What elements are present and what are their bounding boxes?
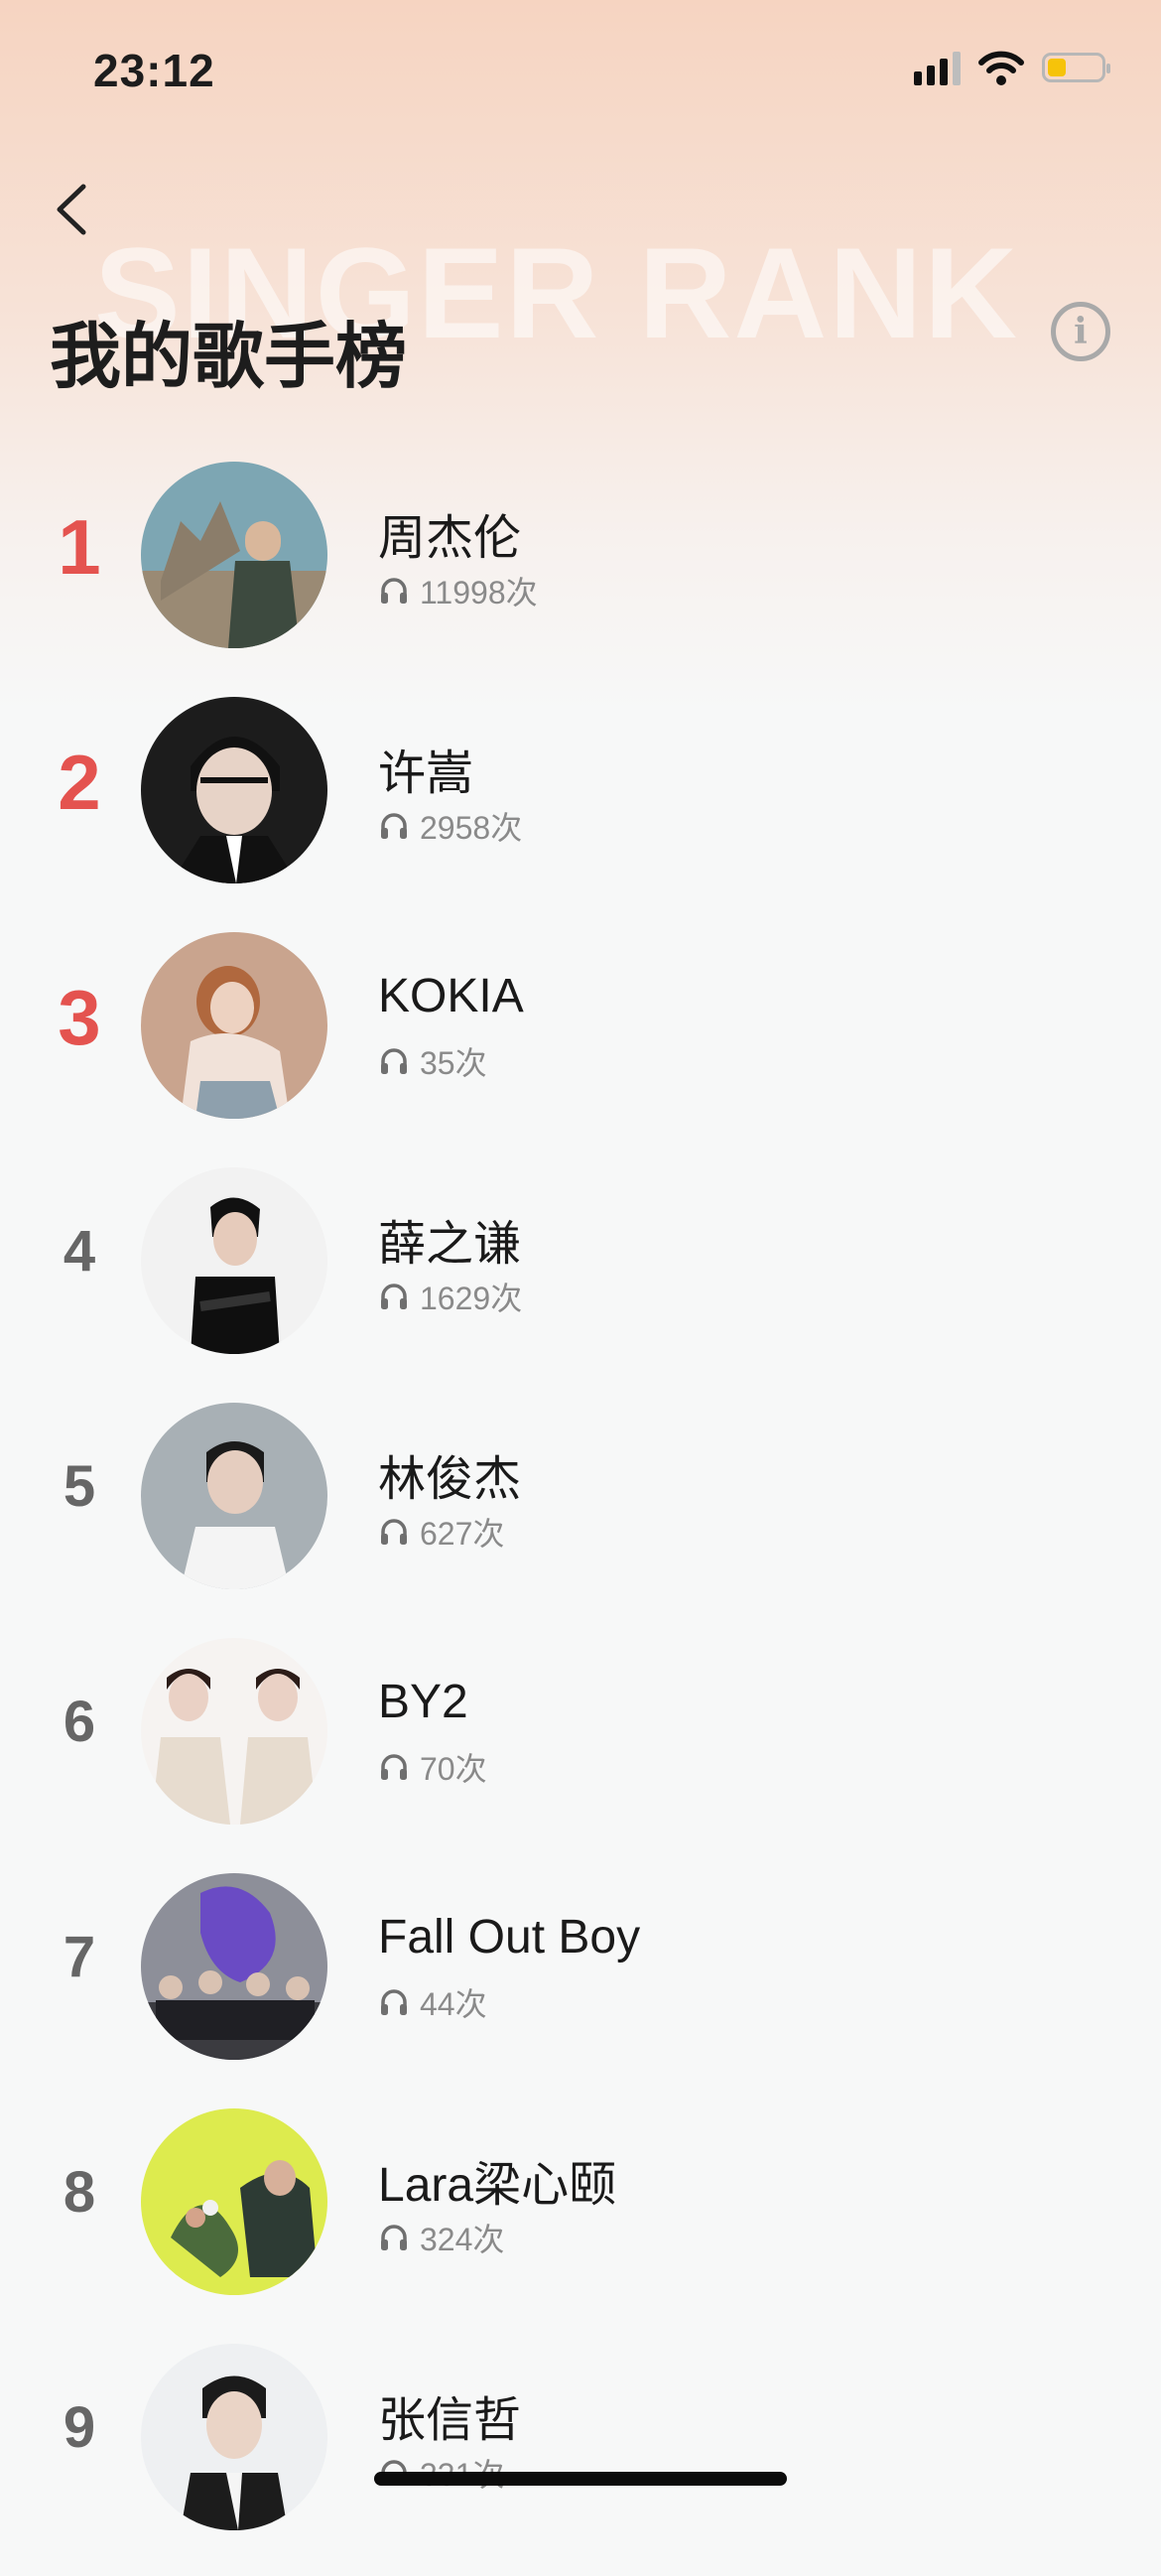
singer-avatar[interactable] bbox=[141, 932, 327, 1119]
status-time: 23:12 bbox=[93, 45, 215, 96]
play-count-value: 324次 bbox=[420, 2222, 505, 2257]
list-item[interactable]: 5 林俊杰 627次 bbox=[0, 1400, 1161, 1635]
play-count: 324次 bbox=[378, 2215, 504, 2260]
rank-number: 4 bbox=[63, 1219, 96, 1284]
rank-number: 2 bbox=[58, 739, 101, 826]
info-button[interactable]: i bbox=[1051, 302, 1110, 361]
singer-avatar[interactable] bbox=[141, 1403, 327, 1589]
play-count-value: 44次 bbox=[420, 1986, 487, 2022]
headphones-icon bbox=[378, 575, 410, 607]
singer-avatar[interactable] bbox=[141, 1638, 327, 1825]
singer-avatar[interactable] bbox=[141, 2344, 327, 2530]
chevron-left-icon bbox=[57, 184, 86, 235]
status-bar: 23:12 bbox=[0, 0, 1161, 149]
rank-number: 5 bbox=[63, 1454, 96, 1519]
singer-name: 林俊杰 bbox=[378, 1453, 522, 1506]
singer-name: 周杰伦 bbox=[378, 512, 522, 565]
list-item[interactable]: 2 许嵩 2958次 bbox=[0, 694, 1161, 929]
info-icon: i bbox=[1074, 311, 1088, 352]
singer-name: BY2 bbox=[378, 1676, 468, 1728]
singer-name: 张信哲 bbox=[378, 2394, 522, 2447]
singer-rank-list: 1 周杰伦 11998次 2 许嵩 2958次 3 KOKIA 35次 4 薛之谦 1629次 5 林俊杰… bbox=[0, 459, 1161, 2576]
singer-avatar[interactable] bbox=[141, 697, 327, 883]
list-item[interactable]: 7 Fall Out Boy 44次 bbox=[0, 1870, 1161, 2105]
home-indicator[interactable] bbox=[374, 2472, 787, 2486]
headphones-icon bbox=[378, 1045, 410, 1077]
play-count: 11998次 bbox=[378, 568, 538, 613]
singer-avatar[interactable] bbox=[141, 1167, 327, 1354]
status-icons bbox=[914, 50, 1110, 85]
rank-number: 9 bbox=[63, 2395, 96, 2460]
play-count: 1629次 bbox=[378, 1274, 522, 1319]
list-item[interactable]: 4 薛之谦 1629次 bbox=[0, 1164, 1161, 1400]
cellular-signal-icon bbox=[914, 50, 961, 85]
battery-icon bbox=[1042, 53, 1110, 82]
play-count-value: 627次 bbox=[420, 1516, 505, 1552]
headphones-icon bbox=[378, 1516, 410, 1548]
headphones-icon bbox=[378, 1751, 410, 1783]
rank-number: 6 bbox=[63, 1690, 96, 1754]
back-button[interactable] bbox=[48, 175, 97, 244]
list-item[interactable]: 8 Lara梁心颐 324次 bbox=[0, 2105, 1161, 2341]
play-count-value: 70次 bbox=[420, 1751, 487, 1787]
play-count-value: 11998次 bbox=[420, 575, 538, 610]
rank-number: 8 bbox=[63, 2160, 96, 2225]
list-item[interactable]: 1 周杰伦 11998次 bbox=[0, 459, 1161, 694]
rank-number: 3 bbox=[58, 974, 101, 1061]
headphones-icon bbox=[378, 2222, 410, 2253]
play-count: 44次 bbox=[378, 1979, 487, 2025]
play-count: 2958次 bbox=[378, 803, 522, 849]
headphones-icon bbox=[378, 1281, 410, 1312]
page-title: 我的歌手榜 bbox=[50, 318, 408, 397]
singer-avatar[interactable] bbox=[141, 462, 327, 648]
rank-number: 7 bbox=[63, 1925, 96, 1989]
play-count: 627次 bbox=[378, 1509, 504, 1555]
wifi-icon bbox=[978, 51, 1024, 85]
singer-name: KOKIA bbox=[378, 970, 524, 1022]
list-item[interactable]: 9张信哲331次 bbox=[0, 2341, 1161, 2576]
singer-name: 薛之谦 bbox=[378, 1218, 522, 1271]
singer-name: Fall Out Boy bbox=[378, 1911, 641, 1964]
play-count: 35次 bbox=[378, 1038, 487, 1084]
list-item[interactable]: 6 BY2 70次 bbox=[0, 1635, 1161, 1870]
play-count: 70次 bbox=[378, 1744, 487, 1790]
list-item[interactable]: 3 KOKIA 35次 bbox=[0, 929, 1161, 1164]
singer-name: Lara梁心颐 bbox=[378, 2159, 617, 2212]
headphones-icon bbox=[378, 1986, 410, 2018]
headphones-icon bbox=[378, 810, 410, 842]
play-count-value: 35次 bbox=[420, 1045, 487, 1081]
rank-number: 1 bbox=[58, 503, 101, 591]
battery-level bbox=[1048, 59, 1066, 76]
singer-name: 许嵩 bbox=[378, 747, 474, 800]
play-count-value: 1629次 bbox=[420, 1281, 523, 1316]
singer-avatar[interactable] bbox=[141, 1873, 327, 2060]
play-count-value: 2958次 bbox=[420, 810, 523, 846]
singer-avatar[interactable] bbox=[141, 2108, 327, 2295]
